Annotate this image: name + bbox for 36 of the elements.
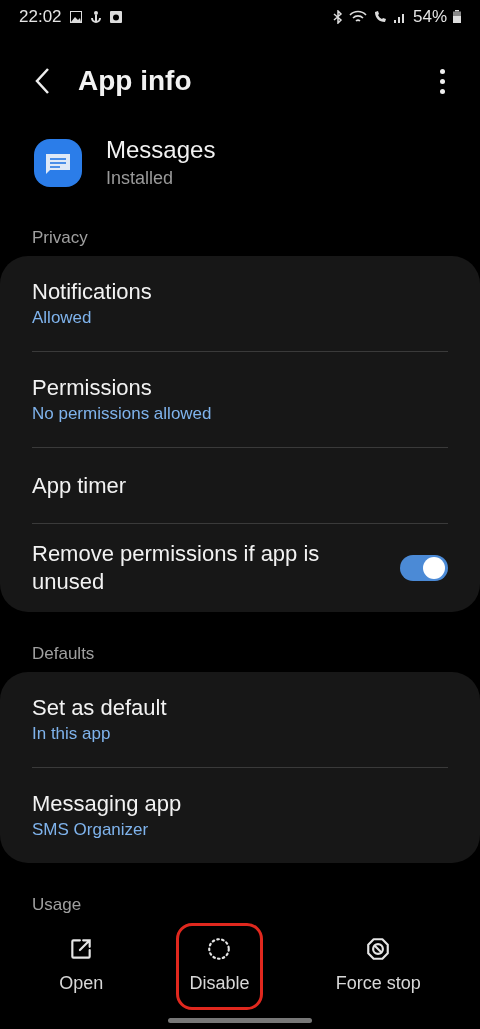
battery-percentage: 54% bbox=[412, 5, 447, 28]
setting-row[interactable]: Notifications Allowed bbox=[0, 256, 480, 351]
page-title: App info bbox=[78, 64, 193, 99]
bluetooth-icon bbox=[332, 9, 343, 24]
section-header: Privacy bbox=[31, 227, 89, 249]
blocked-icon bbox=[365, 936, 392, 962]
messages-app-icon bbox=[34, 138, 82, 187]
wifi-icon bbox=[348, 9, 367, 24]
section-header: Usage bbox=[31, 894, 83, 916]
action-button[interactable]: Disable bbox=[176, 923, 263, 1010]
setting-title: Set as default bbox=[32, 693, 168, 722]
battery-icon bbox=[453, 10, 461, 24]
setting-value: SMS Organizer bbox=[32, 818, 150, 841]
setting-title: Messaging app bbox=[32, 789, 183, 818]
setting-row[interactable]: Set as default In this app bbox=[0, 672, 480, 767]
app-name: Messages bbox=[106, 134, 216, 165]
app-status: Installed bbox=[106, 166, 175, 190]
camera-icon bbox=[109, 10, 122, 23]
status-time: 22:02 bbox=[19, 5, 62, 28]
setting-row[interactable]: Messaging app SMS Organizer bbox=[0, 768, 480, 863]
action-button[interactable]: Force stop bbox=[322, 923, 434, 1010]
setting-title: Remove permissions if app is unused bbox=[32, 541, 320, 594]
action-button[interactable]: Open bbox=[46, 923, 117, 1010]
toggle-switch[interactable] bbox=[400, 555, 448, 581]
setting-value: No permissions allowed bbox=[32, 402, 213, 425]
setting-title: Notifications bbox=[32, 277, 153, 306]
setting-title: Permissions bbox=[32, 373, 153, 402]
setting-value: In this app bbox=[32, 722, 112, 745]
setting-value: Allowed bbox=[32, 306, 93, 329]
setting-row[interactable]: App timer bbox=[0, 448, 480, 523]
setting-title: App timer bbox=[32, 471, 128, 500]
setting-row[interactable]: Remove permissions if app is unused bbox=[0, 524, 480, 612]
section-header: Defaults bbox=[31, 643, 96, 665]
setting-row[interactable]: Permissions No permissions allowed bbox=[0, 352, 480, 447]
image-icon bbox=[69, 10, 82, 23]
dotted-circle-icon bbox=[206, 936, 233, 962]
